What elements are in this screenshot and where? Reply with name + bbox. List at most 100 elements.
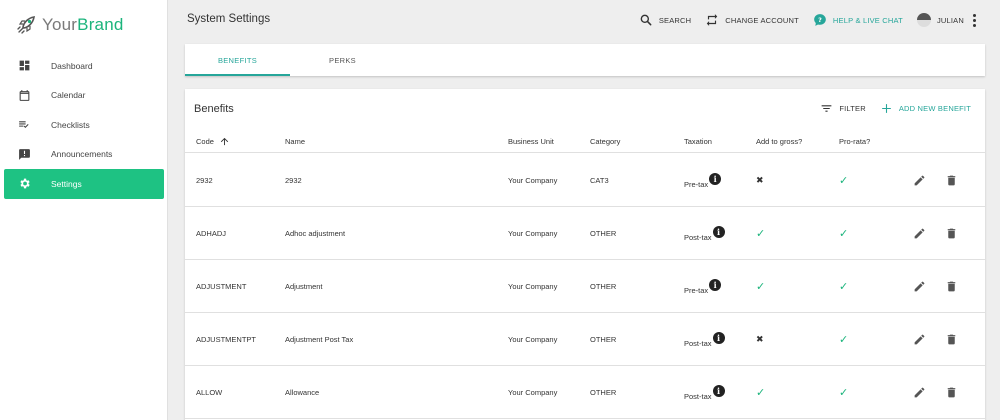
cell-code: ADJUSTMENT <box>196 282 247 291</box>
card-actions: FILTER ADD NEW BENEFIT <box>806 102 971 115</box>
cell-pro-rata: ✓ <box>839 366 848 419</box>
sidebar-item-label: Announcements <box>51 149 113 160</box>
swap-icon <box>707 14 718 26</box>
sidebar-item-label: Calendar <box>51 90 86 101</box>
top-bar: System Settings SEARCH CHANGE ACCOUNT ? … <box>169 0 1000 40</box>
column-header-business-unit[interactable]: Business Unit <box>508 129 554 153</box>
edit-button[interactable] <box>913 260 926 313</box>
cell-category: OTHER <box>590 335 617 344</box>
sidebar-item-label: Checklists <box>51 119 90 130</box>
sidebar-item-dashboard[interactable]: Dashboard <box>4 51 164 81</box>
pencil-icon <box>913 227 926 240</box>
trash-icon <box>945 333 958 346</box>
taxation-label: Pre-tax <box>684 180 709 189</box>
column-header-category[interactable]: Category <box>590 129 620 153</box>
delete-button[interactable] <box>945 313 958 366</box>
tab-benefits[interactable]: BENEFITS <box>185 44 290 76</box>
delete-button[interactable] <box>945 260 958 313</box>
cell-name: Adjustment <box>285 282 323 291</box>
svg-text:?: ? <box>818 16 822 24</box>
table-row[interactable]: ADJUSTMENT Adjustment Your Company OTHER Pre… <box>185 260 985 313</box>
add-new-benefit-button[interactable]: ADD NEW BENEFIT <box>880 102 971 115</box>
filter-label: FILTER <box>839 104 866 113</box>
info-icon[interactable]: i <box>712 385 725 397</box>
brand-logo[interactable]: YourBrand <box>14 12 124 38</box>
table-row[interactable]: 2932 2932 Your Company CAT3 Pre-tax i ✖ ✓ <box>185 154 985 207</box>
help-live-chat-label: HELP & LIVE CHAT <box>832 15 903 25</box>
sidebar-item-settings[interactable]: Settings <box>4 169 164 199</box>
check-icon: ✓ <box>756 228 766 240</box>
column-header-code[interactable]: Code <box>196 129 230 153</box>
sidebar-item-announcements[interactable]: Announcements <box>4 140 164 170</box>
check-icon: ✓ <box>839 334 849 346</box>
sidebar-item-checklists[interactable]: Checklists <box>4 110 164 140</box>
filter-icon <box>821 105 832 112</box>
info-icon[interactable]: i <box>709 279 722 291</box>
column-header-add-to-gross[interactable]: Add to gross? <box>756 129 802 153</box>
plus-icon <box>881 104 891 113</box>
table-row[interactable]: ADJUSTMENTPT Adjustment Post Tax Your Comp… <box>185 313 985 366</box>
column-header-name[interactable]: Name <box>285 129 305 153</box>
announcement-icon <box>16 146 32 162</box>
check-icon: ✓ <box>839 387 849 399</box>
cell-pro-rata: ✓ <box>839 313 848 366</box>
cell-code: ALLOW <box>196 388 223 397</box>
cell-add-to-gross: ✓ <box>756 207 765 260</box>
benefits-card: Benefits FILTER ADD NEW BENEFIT Code Nam… <box>185 89 985 420</box>
trash-icon <box>945 280 958 293</box>
check-icon: ✓ <box>839 175 849 187</box>
edit-button[interactable] <box>913 366 926 419</box>
trash-icon <box>945 386 958 399</box>
pencil-icon <box>913 174 926 187</box>
cell-add-to-gross: ✓ <box>756 260 765 313</box>
tab-perks[interactable]: PERKS <box>290 44 395 76</box>
pencil-icon <box>913 333 926 346</box>
info-icon[interactable]: i <box>709 173 722 185</box>
help-live-chat-button[interactable]: ? HELP & LIVE CHAT <box>813 13 903 27</box>
tabs-bar: BENEFITS PERKS <box>185 44 985 76</box>
cross-icon: ✖ <box>756 175 764 185</box>
change-account-label: CHANGE ACCOUNT <box>725 15 799 25</box>
cell-pro-rata: ✓ <box>839 207 848 260</box>
info-icon[interactable]: i <box>712 226 725 238</box>
user-name: JULIAN <box>936 15 964 25</box>
help-icon: ? <box>814 14 826 26</box>
info-icon[interactable]: i <box>712 332 725 344</box>
sidebar-item-label: Dashboard <box>51 60 93 71</box>
delete-button[interactable] <box>945 207 958 260</box>
trash-icon <box>945 174 958 187</box>
cell-name: 2932 <box>285 176 302 185</box>
delete-button[interactable] <box>945 366 958 419</box>
edit-button[interactable] <box>913 313 926 366</box>
change-account-button[interactable]: CHANGE ACCOUNT <box>705 13 799 27</box>
more-vert-icon[interactable] <box>972 13 976 28</box>
cell-add-to-gross: ✖ <box>756 313 764 366</box>
column-header-pro-rata[interactable]: Pro-rata? <box>839 129 870 153</box>
calendar-icon <box>16 87 32 103</box>
user-menu[interactable]: JULIAN <box>916 13 964 27</box>
rocket-icon <box>17 16 35 34</box>
trash-icon <box>945 227 958 240</box>
edit-button[interactable] <box>913 154 926 207</box>
avatar <box>916 13 931 27</box>
brand-name-your: Your <box>42 15 78 34</box>
sidebar: YourBrand Dashboard Calendar Checklists … <box>0 0 168 420</box>
checklist-icon <box>16 117 32 133</box>
filter-button[interactable]: FILTER <box>820 102 866 115</box>
pencil-icon <box>913 386 926 399</box>
delete-button[interactable] <box>945 154 958 207</box>
sidebar-item-calendar[interactable]: Calendar <box>4 81 164 111</box>
column-header-taxation[interactable]: Taxation <box>684 129 712 153</box>
edit-button[interactable] <box>913 207 926 260</box>
search-button[interactable]: SEARCH <box>639 13 691 27</box>
check-icon: ✓ <box>756 387 766 399</box>
cell-category: OTHER <box>590 388 617 397</box>
table-row[interactable]: ADHADJ Adhoc adjustment Your Company OTHER P… <box>185 207 985 260</box>
taxation-label: Post-tax <box>684 233 712 242</box>
gear-icon <box>16 176 32 192</box>
sidebar-item-label: Settings <box>51 178 82 189</box>
table-row[interactable]: ALLOW Allowance Your Company OTHER Post-tax i… <box>185 366 985 419</box>
cell-business-unit: Your Company <box>508 335 558 344</box>
cell-taxation: Post-tax i <box>684 207 725 260</box>
arrow-up-icon <box>220 137 229 145</box>
